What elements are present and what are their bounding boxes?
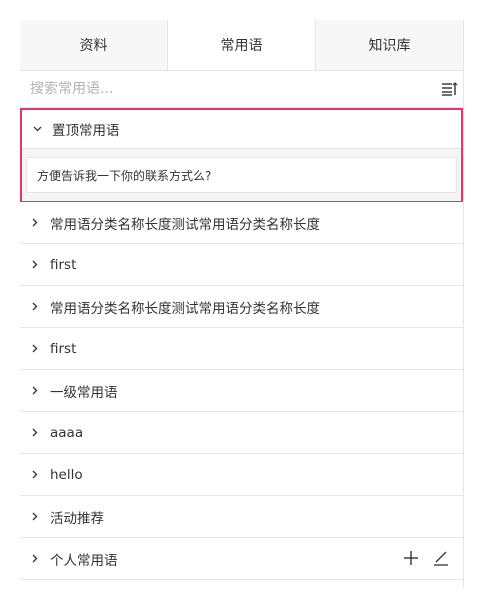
category-row[interactable]: aaaa <box>20 412 463 454</box>
chevron-down-icon <box>30 122 44 136</box>
sort-list-icon[interactable] <box>442 82 458 96</box>
chevron-right-icon <box>28 258 42 272</box>
chevron-right-icon <box>28 468 42 482</box>
category-row[interactable]: 常用语分类名称长度测试常用语分类名称长度 <box>20 286 463 328</box>
tab-bar: 资料 常用语 知识库 <box>20 20 463 71</box>
chevron-right-icon <box>28 552 42 566</box>
category-label: 常用语分类名称长度测试常用语分类名称长度 <box>50 216 320 233</box>
chevron-right-icon <box>28 216 42 230</box>
category-label: aaaa <box>50 424 84 441</box>
chevron-right-icon <box>28 384 42 398</box>
search-bar <box>20 71 463 108</box>
chevron-right-icon <box>28 342 42 356</box>
pinned-phrases-header[interactable]: 置顶常用语 <box>22 110 461 149</box>
tab-common-phrases[interactable]: 常用语 <box>167 20 316 70</box>
pinned-phrase-list: 方便告诉我一下你的联系方式么? <box>22 149 461 201</box>
row-actions <box>403 550 449 566</box>
category-row[interactable]: 常用语分类名称长度测试常用语分类名称长度 <box>20 202 463 244</box>
category-label: 常用语分类名称长度测试常用语分类名称长度 <box>50 300 320 317</box>
category-label: 活动推荐 <box>50 510 104 527</box>
tab-knowledge-base[interactable]: 知识库 <box>316 20 463 70</box>
category-row-personal[interactable]: 个人常用语 <box>20 538 463 580</box>
phrase-item[interactable]: 方便告诉我一下你的联系方式么? <box>26 157 457 193</box>
search-input[interactable] <box>28 80 422 98</box>
category-label: hello <box>50 466 83 483</box>
tab-profile[interactable]: 资料 <box>20 20 167 70</box>
category-label: 个人常用语 <box>50 552 118 569</box>
quick-reply-panel: 资料 常用语 知识库 置顶常用语 方便告诉我一下你的联系方式么? 常用语分类 <box>20 20 464 588</box>
category-label: first <box>50 340 77 357</box>
category-row[interactable]: 一级常用语 <box>20 370 463 412</box>
category-row[interactable]: first <box>20 244 463 286</box>
category-row[interactable]: hello <box>20 454 463 496</box>
chevron-right-icon <box>28 300 42 314</box>
category-row[interactable]: first <box>20 328 463 370</box>
category-label: first <box>50 256 77 273</box>
pinned-phrases-title: 置顶常用语 <box>52 123 120 139</box>
category-row[interactable]: 活动推荐 <box>20 496 463 538</box>
chevron-right-icon <box>28 510 42 524</box>
category-label: 一级常用语 <box>50 384 118 401</box>
chevron-right-icon <box>28 426 42 440</box>
plus-icon[interactable] <box>403 550 419 566</box>
pinned-phrases-group: 置顶常用语 方便告诉我一下你的联系方式么? <box>20 108 463 202</box>
edit-pen-icon[interactable] <box>433 550 449 566</box>
